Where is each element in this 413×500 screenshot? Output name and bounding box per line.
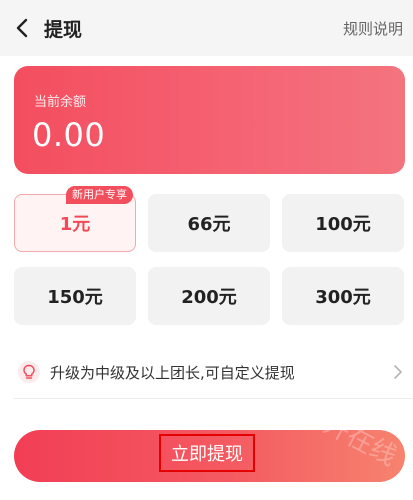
balance-label: 当前余额 — [34, 95, 87, 110]
amount-option-200[interactable]: 200元 — [148, 267, 270, 325]
amount-label: 150元 — [47, 287, 103, 308]
upgrade-tip-text: 升级为中级及以上团长,可自定义提现 — [50, 363, 295, 382]
new-user-badge: 新用户专享 — [66, 186, 133, 204]
amount-label: 200元 — [181, 287, 237, 308]
top-bar: 提现 规则说明 — [0, 0, 413, 56]
withdraw-button-label[interactable]: 立即提现 — [159, 434, 255, 472]
lightbulb-icon — [18, 361, 40, 383]
amount-option-100[interactable]: 100元 — [282, 194, 404, 252]
page-title: 提现 — [44, 19, 83, 41]
back-button[interactable] — [10, 14, 34, 42]
upgrade-tip-row[interactable]: 升级为中级及以上团长,可自定义提现 — [14, 352, 413, 392]
amount-label: 300元 — [315, 287, 371, 308]
amount-label: 100元 — [315, 214, 371, 235]
chevron-right-icon — [394, 365, 402, 379]
balance-card: 当前余额 0.00 — [14, 66, 405, 174]
rules-link[interactable]: 规则说明 — [343, 18, 403, 39]
amount-option-300[interactable]: 300元 — [282, 267, 404, 325]
divider — [14, 398, 413, 399]
amount-label: 66元 — [187, 214, 231, 235]
amount-option-150[interactable]: 150元 — [14, 267, 136, 325]
amount-option-66[interactable]: 66元 — [148, 194, 270, 252]
balance-value: 0.00 — [32, 116, 106, 154]
amount-label: 1元 — [59, 214, 91, 235]
chevron-left-icon — [16, 18, 28, 38]
